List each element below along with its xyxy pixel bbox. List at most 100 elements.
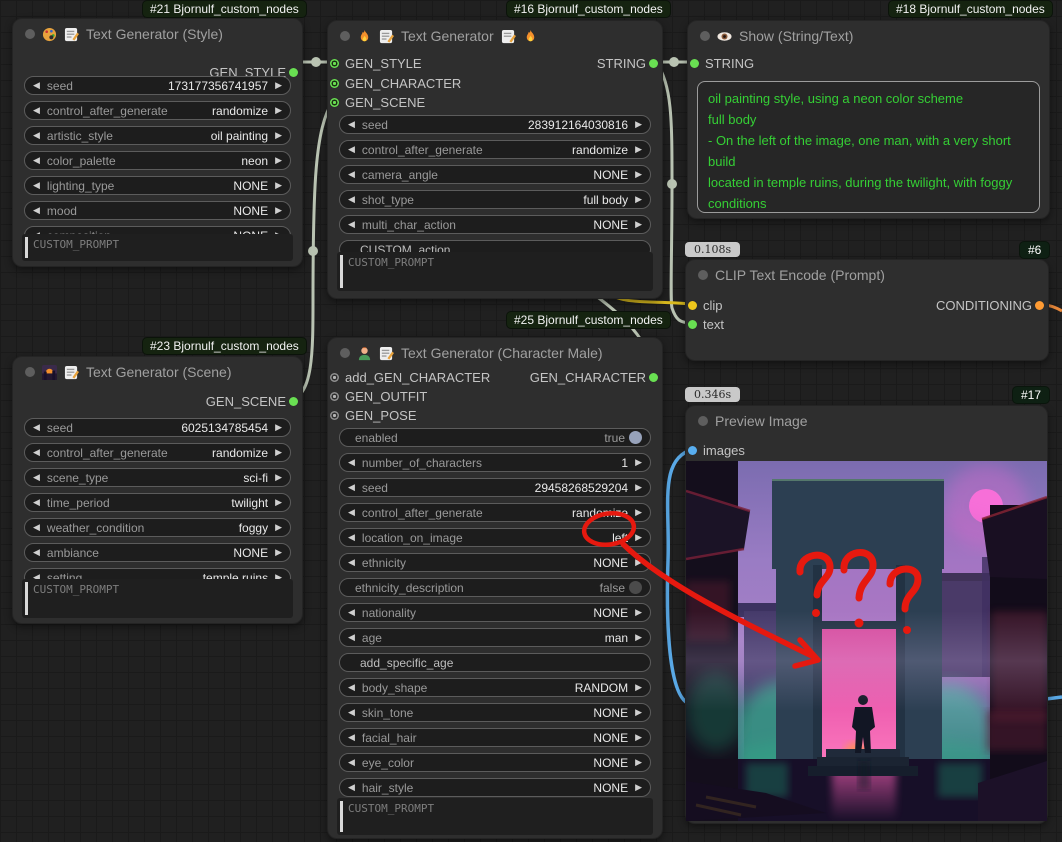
widget-eye-color[interactable]: ◀eye_colorNONE▶ — [339, 753, 651, 772]
input-slot-gen-pose[interactable]: GEN_POSE — [328, 406, 417, 424]
custom-prompt-textarea[interactable]: CUSTOM_PROMPT — [337, 798, 653, 835]
widget-age[interactable]: ◀ageman▶ — [339, 628, 651, 647]
widget-ambiance[interactable]: ◀ambianceNONE▶ — [24, 543, 291, 562]
widget-seed[interactable]: ◀seed29458268529204▶ — [339, 478, 651, 497]
input-slot-gen-character[interactable]: GEN_CHARACTER — [328, 74, 461, 92]
decrement-arrow-icon[interactable]: ◀ — [33, 523, 40, 532]
output-slot-gen-scene[interactable]: GEN_SCENE — [206, 392, 302, 410]
input-dot[interactable] — [330, 79, 339, 88]
node-clip-text-encode[interactable]: CLIP Text Encode (Prompt) clip text COND… — [685, 259, 1049, 361]
decrement-arrow-icon[interactable]: ◀ — [348, 683, 355, 692]
output-dot[interactable] — [649, 59, 658, 68]
increment-arrow-icon[interactable]: ▶ — [635, 508, 642, 517]
increment-arrow-icon[interactable]: ▶ — [635, 220, 642, 229]
decrement-arrow-icon[interactable]: ◀ — [348, 533, 355, 542]
widget-lighting-type[interactable]: ◀lighting_typeNONE▶ — [24, 176, 291, 195]
decrement-arrow-icon[interactable]: ◀ — [33, 498, 40, 507]
show-text-output[interactable]: oil painting style, using a neon color s… — [697, 81, 1040, 213]
node-preview-image[interactable]: Preview Image images — [685, 405, 1048, 824]
input-slot-gen-scene[interactable]: GEN_SCENE — [328, 93, 425, 111]
increment-arrow-icon[interactable]: ▶ — [275, 81, 282, 90]
widget-color-palette[interactable]: ◀color_paletteneon▶ — [24, 151, 291, 170]
decrement-arrow-icon[interactable]: ◀ — [33, 206, 40, 215]
decrement-arrow-icon[interactable]: ◀ — [348, 195, 355, 204]
widget-ethnicity-description[interactable]: ethnicity_descriptionfalse — [339, 578, 651, 597]
output-dot[interactable] — [289, 397, 298, 406]
input-dot[interactable] — [330, 392, 339, 401]
widget-enabled[interactable]: enabledtrue — [339, 428, 651, 447]
increment-arrow-icon[interactable]: ▶ — [635, 633, 642, 642]
add-specific-age-button[interactable]: add_specific_age — [339, 653, 651, 672]
decrement-arrow-icon[interactable]: ◀ — [33, 81, 40, 90]
widget-control-after-generate[interactable]: ◀control_after_generaterandomize▶ — [339, 503, 651, 522]
increment-arrow-icon[interactable]: ▶ — [275, 131, 282, 140]
output-slot-conditioning[interactable]: CONDITIONING — [936, 296, 1048, 314]
decrement-arrow-icon[interactable]: ◀ — [33, 156, 40, 165]
increment-arrow-icon[interactable]: ▶ — [275, 548, 282, 557]
collapse-dot[interactable] — [25, 367, 35, 377]
decrement-arrow-icon[interactable]: ◀ — [33, 448, 40, 457]
widget-control-after-generate[interactable]: ◀control_after_generaterandomize▶ — [339, 140, 651, 159]
increment-arrow-icon[interactable]: ▶ — [275, 206, 282, 215]
collapse-dot[interactable] — [700, 31, 710, 41]
input-slot-gen-style[interactable]: GEN_STYLE — [328, 54, 422, 72]
increment-arrow-icon[interactable]: ▶ — [275, 106, 282, 115]
toggle-knob[interactable] — [629, 581, 642, 594]
increment-arrow-icon[interactable]: ▶ — [635, 145, 642, 154]
widget-mood[interactable]: ◀moodNONE▶ — [24, 201, 291, 220]
widget-nationality[interactable]: ◀nationalityNONE▶ — [339, 603, 651, 622]
increment-arrow-icon[interactable]: ▶ — [635, 733, 642, 742]
collapse-dot[interactable] — [340, 31, 350, 41]
decrement-arrow-icon[interactable]: ◀ — [33, 106, 40, 115]
input-dot[interactable] — [688, 446, 697, 455]
widget-scene-type[interactable]: ◀scene_typesci-fi▶ — [24, 468, 291, 487]
decrement-arrow-icon[interactable]: ◀ — [348, 170, 355, 179]
decrement-arrow-icon[interactable]: ◀ — [348, 145, 355, 154]
collapse-dot[interactable] — [340, 348, 350, 358]
decrement-arrow-icon[interactable]: ◀ — [348, 733, 355, 742]
increment-arrow-icon[interactable]: ▶ — [635, 608, 642, 617]
output-slot-string[interactable]: STRING — [597, 54, 662, 72]
increment-arrow-icon[interactable]: ▶ — [275, 498, 282, 507]
increment-arrow-icon[interactable]: ▶ — [635, 758, 642, 767]
widget-seed[interactable]: ◀seed6025134785454▶ — [24, 418, 291, 437]
decrement-arrow-icon[interactable]: ◀ — [33, 423, 40, 432]
widget-seed[interactable]: ◀seed283912164030816▶ — [339, 115, 651, 134]
input-slot-string[interactable]: STRING — [688, 54, 754, 72]
widget-number-of-characters[interactable]: ◀number_of_characters1▶ — [339, 453, 651, 472]
increment-arrow-icon[interactable]: ▶ — [635, 458, 642, 467]
custom-prompt-textarea[interactable]: CUSTOM_PROMPT — [22, 234, 293, 261]
decrement-arrow-icon[interactable]: ◀ — [33, 131, 40, 140]
decrement-arrow-icon[interactable]: ◀ — [33, 548, 40, 557]
increment-arrow-icon[interactable]: ▶ — [635, 558, 642, 567]
input-dot[interactable] — [330, 373, 339, 382]
custom-prompt-textarea[interactable]: CUSTOM_PROMPT — [337, 252, 653, 291]
decrement-arrow-icon[interactable]: ◀ — [348, 783, 355, 792]
decrement-arrow-icon[interactable]: ◀ — [348, 608, 355, 617]
increment-arrow-icon[interactable]: ▶ — [275, 523, 282, 532]
node-text-generator[interactable]: Text Generator GEN_STYLE GEN_CHARACTER G… — [327, 20, 663, 299]
decrement-arrow-icon[interactable]: ◀ — [348, 558, 355, 567]
decrement-arrow-icon[interactable]: ◀ — [348, 458, 355, 467]
input-slot-text[interactable]: text — [686, 315, 724, 333]
decrement-arrow-icon[interactable]: ◀ — [348, 758, 355, 767]
node-show-string-text[interactable]: Show (String/Text) STRING oil painting s… — [687, 20, 1050, 219]
increment-arrow-icon[interactable]: ▶ — [275, 181, 282, 190]
widget-location-on-image[interactable]: ◀location_on_imageleft▶ — [339, 528, 651, 547]
input-dot[interactable] — [688, 320, 697, 329]
output-dot[interactable] — [649, 373, 658, 382]
widget-control-after-generate[interactable]: ◀control_after_generaterandomize▶ — [24, 443, 291, 462]
toggle-knob[interactable] — [629, 431, 642, 444]
decrement-arrow-icon[interactable]: ◀ — [33, 473, 40, 482]
decrement-arrow-icon[interactable]: ◀ — [348, 633, 355, 642]
decrement-arrow-icon[interactable]: ◀ — [348, 483, 355, 492]
input-dot[interactable] — [330, 411, 339, 420]
input-slot-add-gen-character[interactable]: add_GEN_CHARACTER — [328, 368, 490, 386]
widget-artistic-style[interactable]: ◀artistic_styleoil painting▶ — [24, 126, 291, 145]
widget-body-shape[interactable]: ◀body_shapeRANDOM▶ — [339, 678, 651, 697]
increment-arrow-icon[interactable]: ▶ — [635, 195, 642, 204]
decrement-arrow-icon[interactable]: ◀ — [348, 508, 355, 517]
increment-arrow-icon[interactable]: ▶ — [275, 448, 282, 457]
output-slot-gen-character[interactable]: GEN_CHARACTER — [530, 368, 662, 386]
custom-prompt-textarea[interactable]: CUSTOM_PROMPT — [22, 579, 293, 618]
